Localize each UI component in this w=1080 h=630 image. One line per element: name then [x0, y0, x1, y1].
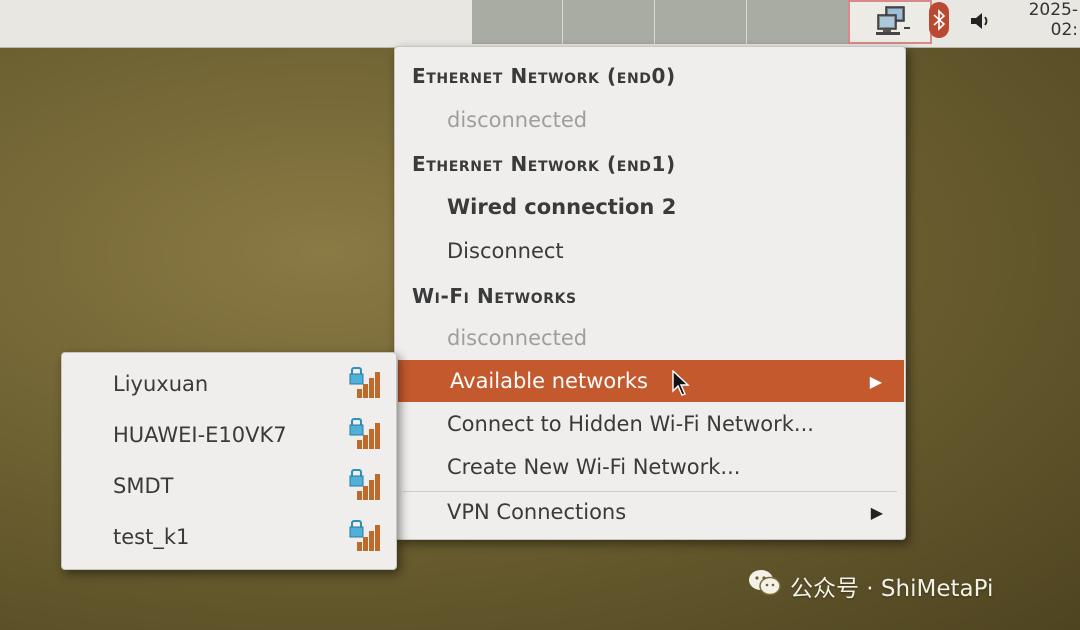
taskbar-separator: [746, 0, 747, 44]
network-tray-icon[interactable]: [848, 0, 932, 44]
wechat-icon: [748, 569, 782, 603]
wifi-network-item[interactable]: test_k1: [62, 512, 396, 562]
wifi-ssid: Liyuxuan: [113, 372, 209, 396]
wifi-signal-locked-icon: [349, 418, 385, 455]
panel-clock[interactable]: 2025- 02:: [1010, 0, 1080, 44]
wifi-ssid: SMDT: [113, 474, 174, 498]
network-menu: Ethernet Network (end0) disconnected Eth…: [394, 46, 906, 540]
wifi-networks-header: Wi-Fi Networks: [412, 284, 577, 308]
vpn-connections-label: VPN Connections: [447, 500, 627, 524]
wifi-ssid: test_k1: [113, 525, 190, 549]
wifi-network-item[interactable]: Liyuxuan: [62, 359, 396, 409]
watermark-text: 公众号 · ShiMetaPi: [790, 576, 994, 602]
mouse-cursor-icon: [672, 369, 690, 401]
ethernet-end0-status: disconnected: [447, 108, 588, 132]
top-panel: 2025- 02:: [0, 0, 1080, 48]
clock-date: 2025-: [1028, 0, 1078, 20]
available-networks-item[interactable]: Available networks ▶: [398, 360, 904, 402]
taskbar-separator: [562, 0, 563, 44]
wifi-signal-locked-icon: [349, 520, 385, 557]
taskbar-strip: [472, 0, 848, 44]
disconnect-item[interactable]: Disconnect: [395, 230, 905, 272]
create-wifi-network-item[interactable]: Create New Wi-Fi Network...: [395, 446, 905, 488]
available-networks-submenu: Liyuxuan HUAWEI-E10VK7 SMDT test_k1: [61, 352, 397, 570]
wifi-ssid: HUAWEI-E10VK7: [113, 423, 287, 447]
wired-connection-item[interactable]: Wired connection 2: [395, 186, 905, 228]
wifi-network-item[interactable]: SMDT: [62, 461, 396, 511]
connect-hidden-wifi-item[interactable]: Connect to Hidden Wi-Fi Network...: [395, 403, 905, 445]
wifi-status: disconnected: [447, 326, 588, 350]
volume-icon[interactable]: [965, 6, 995, 36]
available-networks-label: Available networks: [450, 369, 648, 393]
clock-time: 02:: [1050, 20, 1078, 40]
wifi-signal-locked-icon: [349, 469, 385, 506]
vpn-connections-item[interactable]: VPN Connections ▶: [395, 491, 905, 533]
submenu-arrow-icon: ▶: [870, 502, 883, 522]
submenu-arrow-icon: ▶: [869, 371, 882, 391]
wifi-signal-locked-icon: [349, 367, 385, 404]
ethernet-end1-header: Ethernet Network (end1): [412, 152, 676, 176]
watermark: 公众号 · ShiMetaPi: [748, 566, 1058, 606]
bluetooth-icon[interactable]: [929, 2, 949, 38]
ethernet-end0-header: Ethernet Network (end0): [412, 64, 676, 88]
wifi-network-item[interactable]: HUAWEI-E10VK7: [62, 410, 396, 460]
taskbar-separator: [654, 0, 655, 44]
